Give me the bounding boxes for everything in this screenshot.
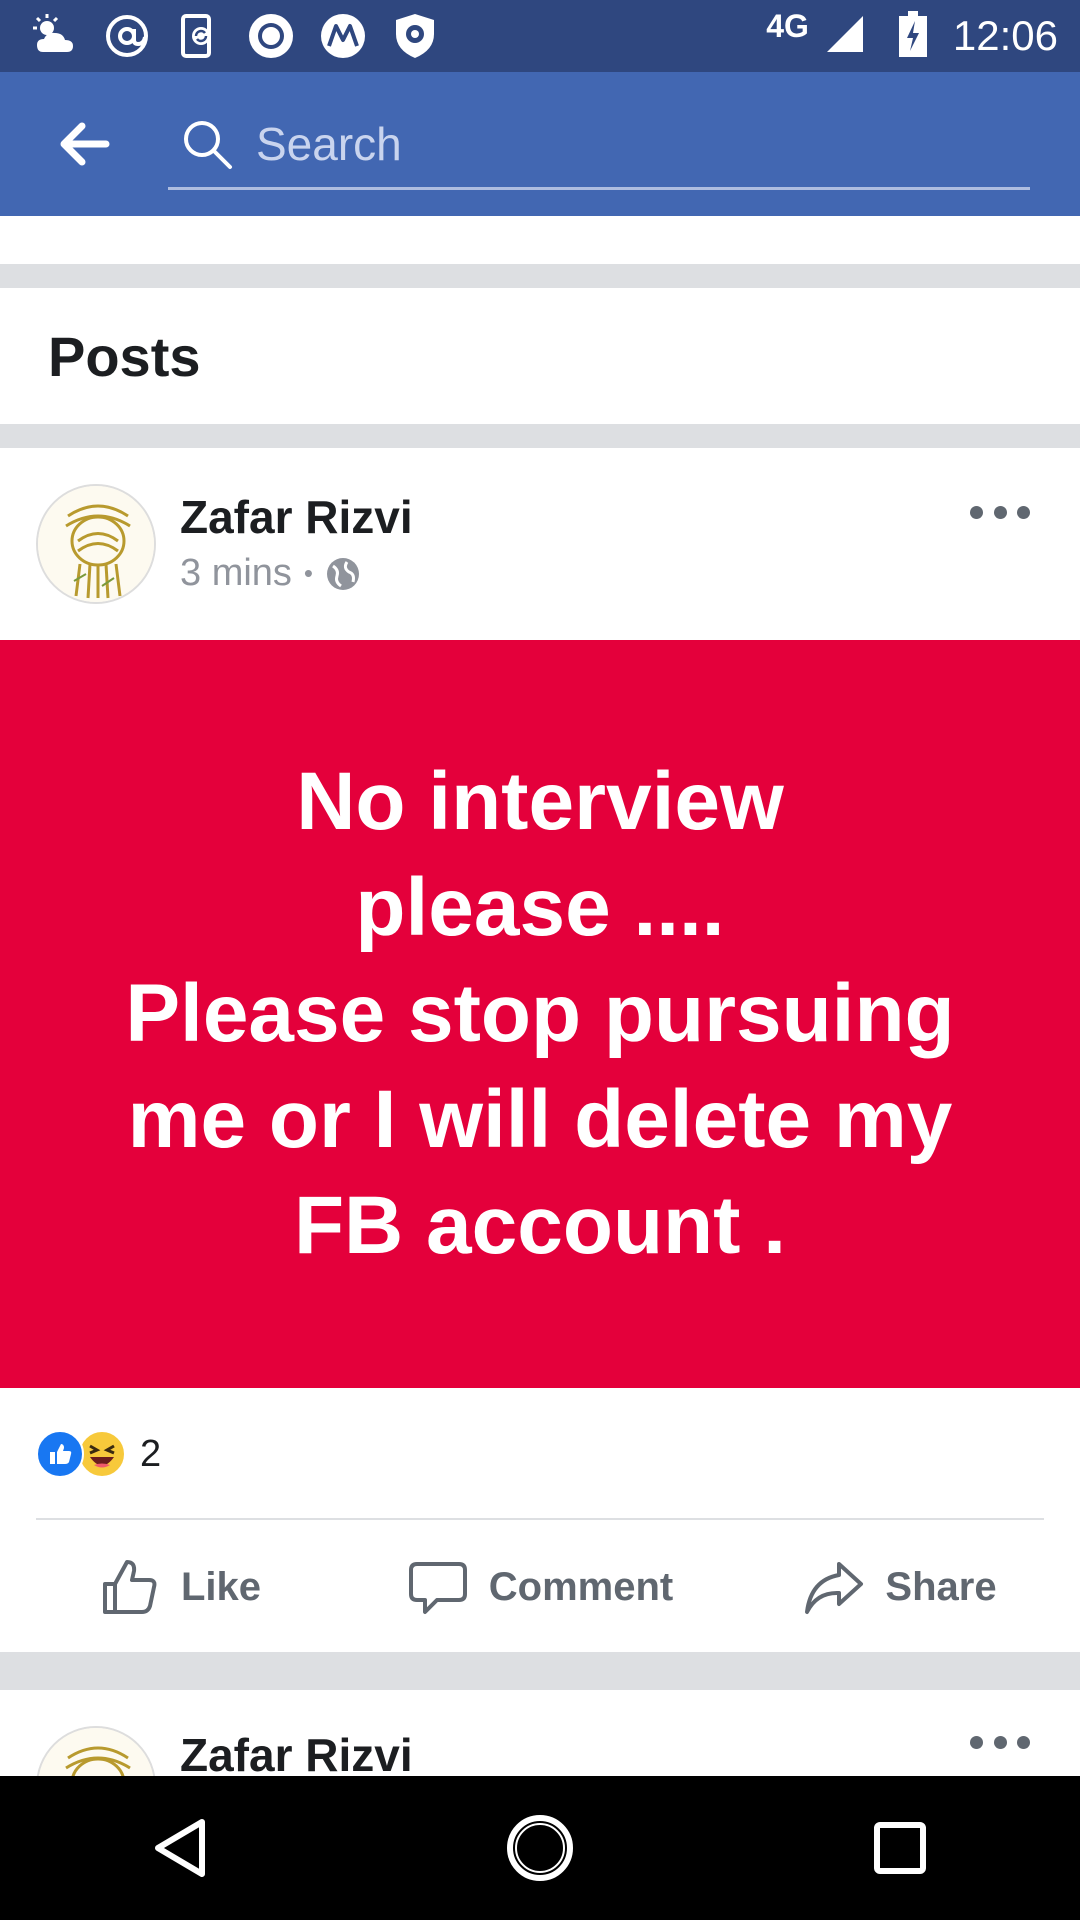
search-icon: [184, 120, 232, 169]
more-dot: [1017, 505, 1030, 519]
post-author-name[interactable]: Zafar Rizvi: [180, 1728, 413, 1776]
phone-sync-icon: [174, 11, 224, 61]
like-button[interactable]: Like: [0, 1522, 360, 1652]
more-dot: [993, 1735, 1007, 1749]
like-reaction-icon: [36, 1430, 84, 1478]
post-actions: Like Comment Share: [0, 1522, 1080, 1652]
emblem-avatar-icon: [38, 1728, 154, 1776]
avatar[interactable]: [36, 1726, 156, 1776]
post-time: 3 mins: [180, 552, 292, 594]
next-post-header: Zafar Rizvi: [0, 1690, 1080, 1776]
back-arrow-icon: [60, 122, 110, 166]
thumbs-up-icon: [102, 1560, 157, 1614]
shield-app-icon: [390, 11, 440, 61]
more-dot: [993, 505, 1007, 519]
section-divider: [0, 1652, 1080, 1690]
system-nav-bar: [0, 1776, 1080, 1920]
signal-icon: [825, 14, 865, 59]
section-divider: [0, 424, 1080, 448]
circle-app-icon: [246, 11, 296, 61]
share-label: Share: [885, 1564, 997, 1609]
like-label: Like: [180, 1564, 262, 1609]
reaction-summary[interactable]: 2: [36, 1430, 161, 1478]
back-button[interactable]: [48, 108, 120, 180]
circle-home-icon: [507, 1815, 573, 1881]
nav-recents-button[interactable]: [845, 1793, 955, 1903]
posts-heading: Posts: [48, 325, 201, 388]
emblem-avatar-icon: [38, 486, 154, 602]
divider: [36, 1518, 1044, 1520]
reaction-count: 2: [140, 1432, 162, 1475]
triangle-back-icon: [155, 1819, 205, 1877]
battery-charging-icon: [898, 10, 927, 62]
app-bar: [0, 72, 1080, 216]
notification-icons: [30, 10, 440, 62]
comment-label: Comment: [488, 1564, 674, 1609]
post-content[interactable]: No interview please .... Please stop pur…: [0, 640, 1080, 1388]
post-author-name[interactable]: Zafar Rizvi: [180, 490, 413, 544]
motorola-icon: [318, 11, 368, 61]
nav-back-button[interactable]: [125, 1793, 235, 1903]
nav-home-button[interactable]: [485, 1793, 595, 1903]
post-text: No interview please .... Please stop pur…: [125, 756, 955, 1271]
post-meta: 3 mins •: [180, 552, 361, 595]
more-dot: [970, 1735, 983, 1749]
share-icon: [805, 1562, 864, 1614]
comment-icon: [408, 1562, 467, 1614]
share-button[interactable]: Share: [720, 1522, 1080, 1652]
posts-section-header: Posts: [0, 288, 1080, 424]
system-status: 4G 12:06: [766, 0, 1058, 72]
more-dot: [970, 505, 983, 519]
section-divider: [0, 264, 1080, 288]
haha-reaction-icon: [78, 1430, 126, 1478]
weather-icon: [30, 11, 80, 61]
post-options-button[interactable]: [970, 1730, 1030, 1754]
comment-button[interactable]: Comment: [360, 1522, 720, 1652]
network-type: 4G: [766, 7, 809, 44]
clock: 12:06: [952, 12, 1058, 59]
at-icon: [102, 11, 152, 61]
meta-separator: •: [303, 558, 314, 588]
more-dot: [1017, 1735, 1030, 1749]
avatar[interactable]: [36, 484, 156, 604]
status-bar: 4G 12:06: [0, 0, 1080, 72]
search-bar[interactable]: [168, 100, 1030, 190]
post-header: Zafar Rizvi 3 mins •: [0, 448, 1080, 640]
globe-icon: [327, 557, 360, 590]
post-options-button[interactable]: [970, 500, 1030, 524]
reactions-bar[interactable]: 2: [0, 1388, 1080, 1520]
square-recents-icon: [874, 1822, 926, 1874]
search-input[interactable]: [256, 108, 1030, 179]
